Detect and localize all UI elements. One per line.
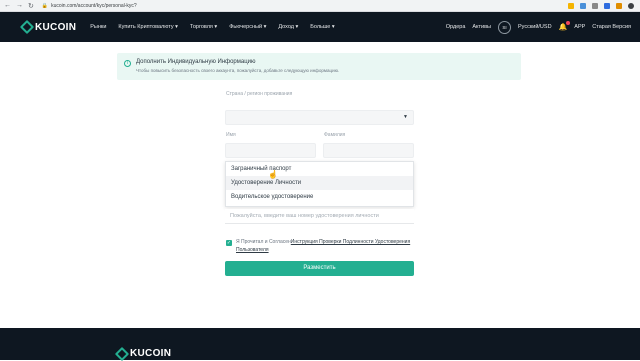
back-icon[interactable]: ← bbox=[4, 2, 11, 10]
notice-subtitle: Чтобы повысить безопасность своего аккау… bbox=[136, 68, 340, 73]
app-download-link[interactable]: APP bbox=[574, 24, 585, 30]
kucoin-logo-icon bbox=[114, 346, 130, 361]
reload-icon[interactable]: ↻ bbox=[28, 2, 34, 10]
top-navigation: KUCOIN Рынки Купить Криптовалюту ▾ Торго… bbox=[0, 12, 640, 42]
first-name-field[interactable] bbox=[225, 143, 316, 158]
extension-icon[interactable] bbox=[568, 2, 574, 9]
old-version-link[interactable]: Старая Версия bbox=[592, 24, 631, 30]
footer-logo[interactable]: KUCOIN bbox=[114, 346, 172, 361]
mouse-cursor-icon: ☝ bbox=[268, 170, 278, 179]
option-id-card[interactable]: Удостоверение Личности bbox=[226, 176, 413, 190]
main-menu: Рынки Купить Криптовалюту ▾ Торговля ▾ Ф… bbox=[90, 24, 334, 30]
logo-text: KUCOIN bbox=[35, 21, 77, 33]
footer-logo-text: KUCOIN bbox=[130, 348, 172, 359]
menu-item-earn[interactable]: Доход ▾ bbox=[278, 24, 298, 30]
extension-icon[interactable] bbox=[604, 2, 610, 9]
info-icon: i bbox=[124, 60, 131, 67]
lock-icon: 🔒 bbox=[41, 2, 49, 9]
last-name-label: Фамилия bbox=[324, 132, 346, 138]
agreement-row: ✓ Я Прочитал и СогласенИнструкция Провер… bbox=[226, 238, 416, 254]
submit-button[interactable]: Разместить bbox=[225, 261, 414, 276]
orders-link[interactable]: Ордера bbox=[446, 24, 466, 30]
extension-icon[interactable] bbox=[616, 2, 622, 9]
language-currency-selector[interactable]: Русский/USD bbox=[518, 24, 552, 30]
extension-icon[interactable] bbox=[580, 2, 586, 9]
menu-item-trade[interactable]: Торговля ▾ bbox=[190, 24, 217, 30]
address-bar[interactable]: 🔒 kucoin.com/account/kyc/personal-kyc? bbox=[42, 3, 137, 9]
extension-icon[interactable] bbox=[592, 2, 598, 9]
notice-title: Дополнить Индивидуальную Информацию bbox=[136, 59, 256, 65]
forward-icon[interactable]: → bbox=[16, 2, 23, 10]
last-name-field[interactable] bbox=[323, 143, 414, 158]
document-type-dropdown: Заграничный паспорт Удостоверение Личнос… bbox=[225, 161, 414, 207]
notification-badge bbox=[566, 21, 571, 25]
first-name-label: Имя bbox=[226, 132, 236, 138]
agree-checkbox[interactable]: ✓ bbox=[226, 240, 232, 246]
country-label: Страна / регион проживания bbox=[226, 91, 293, 97]
kucoin-logo-icon bbox=[19, 19, 35, 35]
profile-icon[interactable] bbox=[628, 2, 634, 9]
caret-down-icon: ▼ bbox=[403, 114, 408, 120]
kucoin-logo[interactable]: KUCOIN bbox=[19, 19, 77, 35]
country-select[interactable]: ▼ bbox=[225, 110, 414, 125]
option-drivers-license[interactable]: Водительское удостоверение bbox=[226, 190, 413, 204]
agree-text: Я Прочитал и Согласен bbox=[236, 239, 291, 245]
url-text: kucoin.com/account/kyc/personal-kyc? bbox=[51, 2, 137, 9]
menu-item-futures[interactable]: Фьючерсный ▾ bbox=[229, 24, 266, 30]
footer: KUCOIN bbox=[0, 328, 640, 361]
notification-bell-icon[interactable]: 🔔 bbox=[559, 21, 571, 31]
browser-toolbar: ← → ↻ 🔒 kucoin.com/account/kyc/personal-… bbox=[0, 0, 640, 12]
kyc-notice-banner: i Дополнить Индивидуальную Информацию Чт… bbox=[117, 53, 521, 80]
menu-item-markets[interactable]: Рынки bbox=[90, 24, 106, 30]
menu-item-buy-crypto[interactable]: Купить Криптовалюту ▾ bbox=[118, 24, 178, 30]
avatar[interactable]: SI bbox=[498, 20, 511, 34]
menu-item-more[interactable]: Больше ▾ bbox=[310, 24, 334, 30]
id-number-input[interactable]: Пожалуйста, введите ваш номер удостовере… bbox=[225, 209, 414, 224]
option-passport[interactable]: Заграничный паспорт bbox=[226, 162, 413, 176]
assets-link[interactable]: Активы bbox=[472, 24, 491, 30]
